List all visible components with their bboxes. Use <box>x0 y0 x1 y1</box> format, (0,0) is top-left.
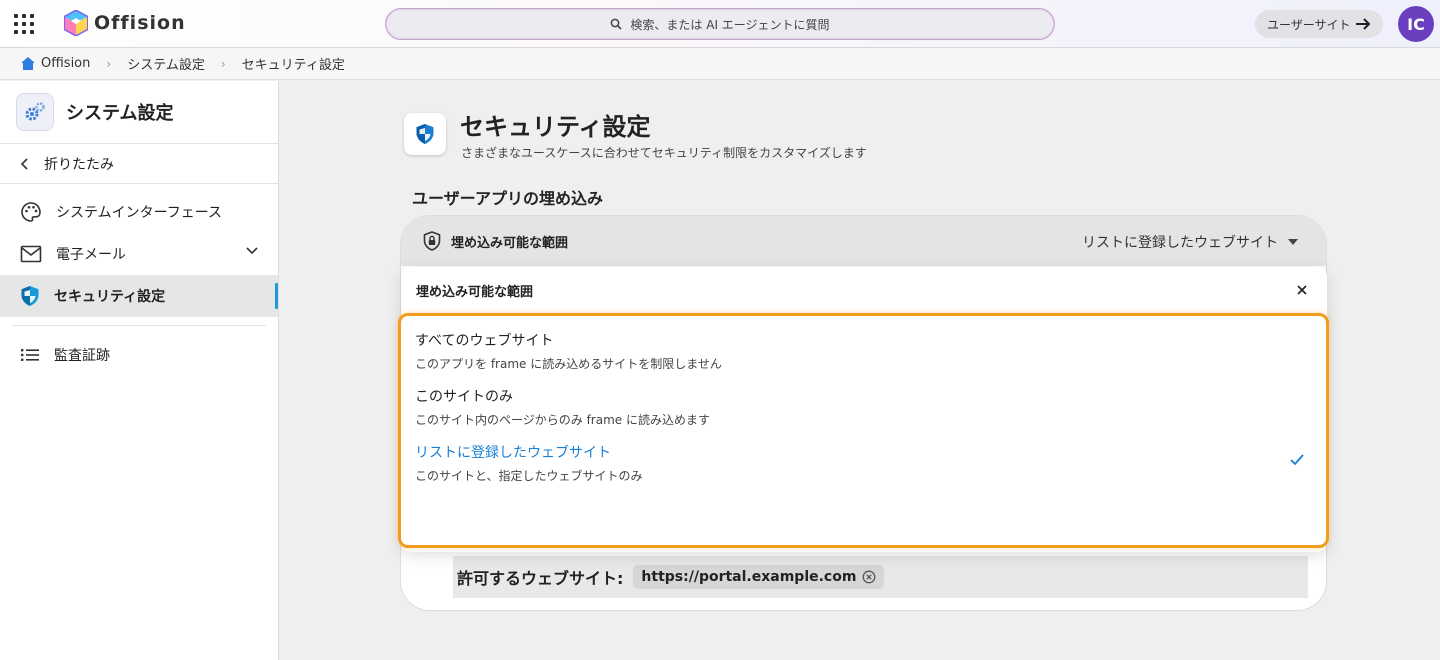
embed-scope-label: 埋め込み可能な範囲 <box>451 235 569 251</box>
top-bar: Offision 検索、または AI エージェントに質問 ユーザーサイト IC <box>0 0 1440 48</box>
option-listed-websites[interactable]: リストに登録したウェブサイト このサイトと、指定したウェブサイトのみ <box>415 442 643 484</box>
sidebar-item-label: 監査証跡 <box>54 348 110 364</box>
close-icon[interactable] <box>1295 283 1309 297</box>
embed-scope-row[interactable]: 埋め込み可能な範囲 リストに登録したウェブサイト <box>401 216 1326 266</box>
page-subtitle: さまざまなユースケースに合わせてセキュリティ制限をカスタマイズします <box>461 146 867 160</box>
collapse-button[interactable]: 折りたたみ <box>0 144 278 184</box>
chevron-right-icon: › <box>106 56 112 71</box>
sidebar-item-audit-trail[interactable]: 監査証跡 <box>0 334 278 376</box>
app-logo[interactable]: Offision <box>64 10 186 36</box>
breadcrumb-system-settings[interactable]: システム設定 <box>127 54 205 73</box>
allowed-websites-label: 許可するウェブサイト: <box>457 569 624 588</box>
allowed-websites-row: 許可するウェブサイト: https://portal.example.com <box>453 556 1308 598</box>
app-launcher-icon[interactable] <box>14 14 34 34</box>
sidebar-header: システム設定 <box>0 81 278 144</box>
checkmark-icon <box>1290 454 1304 466</box>
allowed-website-chip: https://portal.example.com <box>633 565 885 589</box>
remove-circle-icon[interactable] <box>862 570 876 584</box>
chevron-right-icon: › <box>220 56 226 71</box>
chevron-left-icon <box>20 157 28 170</box>
breadcrumb: Offision › システム設定 › セキュリティ設定 <box>0 48 1440 80</box>
embed-scope-select[interactable]: リストに登録したウェブサイト <box>1082 232 1298 252</box>
search-input[interactable]: 検索、または AI エージェントに質問 <box>385 8 1055 40</box>
caret-down-icon <box>1288 239 1298 245</box>
divider <box>12 325 266 326</box>
sidebar: システム設定 折りたたみ システムインターフェース 電子メール セキュリティ設定… <box>0 81 279 660</box>
option-all-websites[interactable]: すべてのウェブサイト このアプリを frame に読み込めるサイトを制限しません <box>415 330 722 372</box>
logo-icon <box>64 10 88 36</box>
search-icon <box>611 18 622 30</box>
lock-icon <box>423 231 441 251</box>
sidebar-item-email[interactable]: 電子メール <box>0 233 278 275</box>
chevron-down-icon <box>246 247 258 255</box>
arrow-right-icon <box>1355 18 1370 30</box>
palette-icon <box>21 202 41 222</box>
mail-icon <box>20 245 42 263</box>
option-description: このサイト内のページからのみ frame に読み込めます <box>415 413 710 427</box>
dropdown-options: すべてのウェブサイト このアプリを frame に読み込めるサイトを制限しません… <box>398 313 1329 548</box>
option-label: リストに登録したウェブサイト <box>415 445 611 461</box>
page-title: セキュリティ設定 <box>460 113 651 141</box>
app-name: Offision <box>94 12 186 34</box>
embed-scope-dropdown: 埋め込み可能な範囲 すべてのウェブサイト このアプリを frame に読み込める… <box>398 267 1329 552</box>
dropdown-header: 埋め込み可能な範囲 <box>401 267 1327 313</box>
section-title: ユーザーアプリの埋め込み <box>412 189 604 208</box>
sidebar-item-label: システムインターフェース <box>56 205 223 221</box>
option-label: すべてのウェブサイト <box>415 333 554 349</box>
avatar[interactable]: IC <box>1398 6 1434 42</box>
collapse-label: 折りたたみ <box>44 156 114 173</box>
sidebar-item-label: セキュリティ設定 <box>54 289 166 305</box>
gear-icon <box>16 93 54 131</box>
breadcrumb-label: Offision <box>41 56 91 71</box>
list-icon <box>21 349 39 361</box>
shield-icon <box>21 286 39 306</box>
option-description: このアプリを frame に読み込めるサイトを制限しません <box>415 357 722 371</box>
search-placeholder: 検索、または AI エージェントに質問 <box>630 17 830 32</box>
allowed-website-url: https://portal.example.com <box>641 569 857 585</box>
breadcrumb-security-settings: セキュリティ設定 <box>242 54 345 73</box>
embed-scope-value: リストに登録したウェブサイト <box>1082 235 1278 251</box>
sidebar-item-system-interface[interactable]: システムインターフェース <box>0 191 278 233</box>
breadcrumb-home[interactable]: Offision <box>20 56 90 71</box>
dropdown-title: 埋め込み可能な範囲 <box>416 284 534 300</box>
shield-icon <box>404 113 446 155</box>
sidebar-item-security[interactable]: セキュリティ設定 <box>0 275 278 317</box>
user-site-button[interactable]: ユーザーサイト <box>1255 10 1383 38</box>
option-this-site-only[interactable]: このサイトのみ このサイト内のページからのみ frame に読み込めます <box>415 386 710 428</box>
breadcrumb-label: セキュリティ設定 <box>241 58 345 73</box>
breadcrumb-label: システム設定 <box>127 58 205 73</box>
home-icon <box>21 57 35 70</box>
sidebar-item-label: 電子メール <box>56 247 126 263</box>
sidebar-title: システム設定 <box>66 103 174 124</box>
user-site-label: ユーザーサイト <box>1267 17 1351 32</box>
option-label: このサイトのみ <box>415 389 513 405</box>
option-description: このサイトと、指定したウェブサイトのみ <box>415 469 643 483</box>
